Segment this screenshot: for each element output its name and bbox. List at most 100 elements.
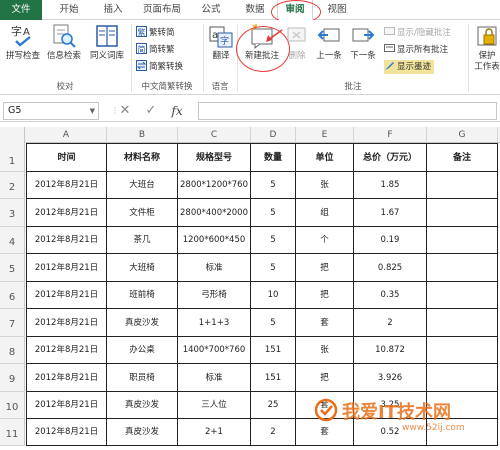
table-cell[interactable]: 2800*1200*760 [178,172,251,199]
select-all-corner[interactable] [0,127,25,143]
tab-view[interactable]: 视图 [322,0,352,20]
table-cell[interactable]: 10 [251,282,296,309]
table-cell[interactable]: 个 [296,227,354,254]
table-cell[interactable]: 25 [251,392,296,419]
tab-page-layout[interactable]: 页面布局 [138,0,186,20]
show-ink-button[interactable]: 显示墨迹 [384,60,435,74]
table-cell[interactable]: 职员椅 [107,364,178,392]
column-header[interactable]: G [427,127,498,143]
table-cell[interactable]: 真皮沙发 [107,392,178,419]
table-cell[interactable]: 大班椅 [107,254,178,282]
table-cell[interactable]: 1.67 [354,199,427,227]
table-cell[interactable]: 套 [296,392,354,419]
table-cell[interactable]: 三人位 [178,392,251,419]
table-cell[interactable]: 1+1+3 [178,309,251,337]
table-cell[interactable]: 5 [251,254,296,282]
table-cell[interactable] [427,254,498,282]
table-cell[interactable]: 张 [296,172,354,199]
table-cell[interactable]: 2012年8月21日 [26,364,107,392]
table-cell[interactable]: 办公桌 [107,337,178,364]
column-header[interactable]: B [107,127,178,143]
table-cell[interactable]: 0.825 [354,254,427,282]
table-cell[interactable]: 组 [296,199,354,227]
table-cell[interactable] [427,419,498,446]
row-header[interactable]: 11 [0,419,25,446]
table-cell[interactable]: 2012年8月21日 [26,227,107,254]
convert-chinese-button[interactable]: 简繁转换 [136,60,183,74]
table-cell[interactable]: 茶几 [107,227,178,254]
row-header[interactable]: 4 [0,227,25,254]
header-cell[interactable]: 备注 [427,143,498,172]
table-cell[interactable]: 2012年8月21日 [26,392,107,419]
table-cell[interactable]: 张 [296,337,354,364]
formula-input[interactable] [198,102,497,120]
table-cell[interactable]: 2012年8月21日 [26,419,107,446]
row-header[interactable]: 10 [0,392,25,419]
table-cell[interactable] [427,282,498,309]
table-cell[interactable]: 1200*600*450 [178,227,251,254]
cancel-icon[interactable]: ✕ [116,102,134,120]
simp-to-trad-button[interactable]: 简简转繁 [136,43,175,57]
table-cell[interactable]: 2012年8月21日 [26,337,107,364]
tab-data[interactable]: 数据 [240,0,270,20]
table-cell[interactable]: 真皮沙发 [107,419,178,446]
row-header[interactable]: 9 [0,364,25,392]
table-cell[interactable]: 3.926 [354,364,427,392]
show-hide-comment-button[interactable]: 显示/隐藏批注 [384,26,451,40]
table-cell[interactable] [427,392,498,419]
header-cell[interactable]: 材料名称 [107,143,178,172]
table-cell[interactable]: 2 [251,419,296,446]
table-cell[interactable]: 2012年8月21日 [26,172,107,199]
trad-to-simp-button[interactable]: 繁繁转简 [136,26,175,40]
table-cell[interactable]: 2800*400*2000 [178,199,251,227]
previous-comment-button[interactable]: 上一条 [313,23,345,62]
protect-sheet-button[interactable]: 保护 工作表 [471,23,500,73]
chevron-down-icon[interactable]: ▼ [90,103,95,119]
header-cell[interactable]: 总价（万元） [354,143,427,172]
tab-review[interactable]: 审阅 [277,0,313,20]
table-cell[interactable]: 班前椅 [107,282,178,309]
table-cell[interactable]: 2012年8月21日 [26,254,107,282]
table-cell[interactable]: 套 [296,419,354,446]
table-cell[interactable]: 3.25 [354,392,427,419]
header-cell[interactable]: 规格型号 [178,143,251,172]
row-header[interactable]: 2 [0,172,25,199]
row-header[interactable]: 8 [0,337,25,364]
column-header[interactable]: D [251,127,296,143]
name-box[interactable]: G5 ▼ [3,102,99,120]
column-header[interactable]: A [26,127,107,143]
table-cell[interactable]: 1.85 [354,172,427,199]
table-cell[interactable]: 把 [296,364,354,392]
table-cell[interactable] [427,172,498,199]
table-cell[interactable]: 151 [251,364,296,392]
research-button[interactable]: 信息检索 [44,23,84,62]
tab-insert[interactable]: 插入 [96,0,130,20]
tab-file[interactable]: 文件 [0,0,42,20]
table-cell[interactable]: 5 [251,227,296,254]
column-header[interactable]: E [296,127,354,143]
table-cell[interactable]: 5 [251,199,296,227]
table-cell[interactable]: 0.19 [354,227,427,254]
table-cell[interactable]: 真皮沙发 [107,309,178,337]
row-header[interactable]: 3 [0,199,25,227]
table-cell[interactable]: 套 [296,309,354,337]
delete-comment-button[interactable]: 删除 [284,23,310,62]
table-cell[interactable]: 10.872 [354,337,427,364]
next-comment-button[interactable]: 下一条 [347,23,379,62]
table-cell[interactable]: 151 [251,337,296,364]
row-header[interactable]: 1 [0,143,25,172]
table-cell[interactable]: 文件柜 [107,199,178,227]
row-header[interactable]: 5 [0,254,25,282]
header-cell[interactable]: 数量 [251,143,296,172]
table-cell[interactable]: 0.35 [354,282,427,309]
column-header[interactable]: C [178,127,251,143]
row-header[interactable]: 6 [0,282,25,309]
show-all-comments-button[interactable]: 显示所有批注 [384,43,448,57]
table-cell[interactable]: 0.52 [354,419,427,446]
table-cell[interactable] [427,337,498,364]
table-cell[interactable]: 2 [354,309,427,337]
table-cell[interactable]: 5 [251,309,296,337]
column-header[interactable]: F [354,127,427,143]
table-cell[interactable] [427,227,498,254]
row-header[interactable]: 7 [0,309,25,337]
